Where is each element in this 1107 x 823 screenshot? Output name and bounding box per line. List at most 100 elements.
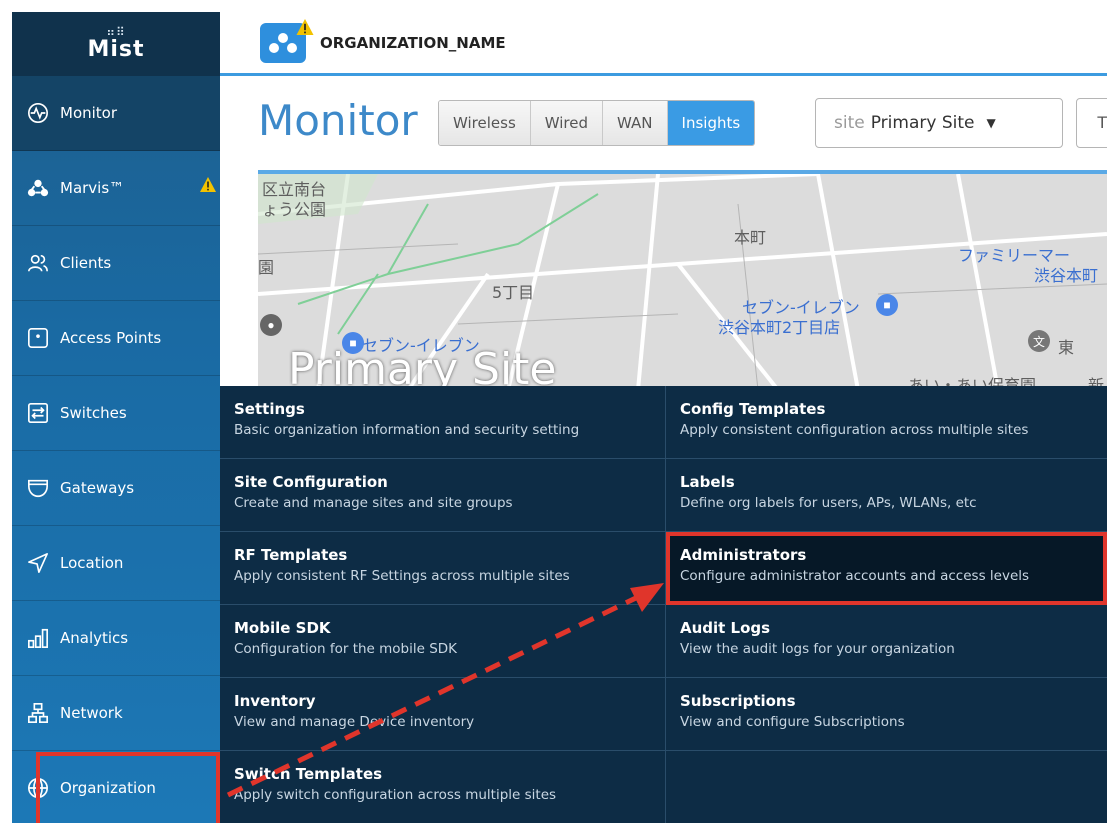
menu-item-description: Apply consistent configuration across mu… [680,422,1029,438]
menu-item-administrators[interactable]: Administrators Configure administrator a… [666,532,1107,605]
menu-item-title: Subscriptions [680,692,796,710]
menu-item-title: Audit Logs [680,619,771,637]
menu-item-description: View and configure Subscriptions [680,714,905,730]
map-label: あい・あい保育園 [908,376,1037,386]
menu-item-title: Mobile SDK [234,619,331,637]
menu-item-inventory[interactable]: Inventory View and manage Device invento… [220,678,665,751]
sidebar-item-network[interactable]: Network [12,676,220,751]
sidebar-item-label: Access Points [60,329,162,347]
map-label: 東 [1058,338,1075,357]
menu-item-site-configuration[interactable]: Site Configuration Create and manage sit… [220,459,665,532]
sidebar-item-label: Marvis™ [60,179,125,197]
organization-menu-right-column: Config Templates Apply consistent config… [666,386,1107,823]
menu-item-description: Apply consistent RF Settings across mult… [234,568,570,584]
map-label: 園 [258,258,275,277]
tab-wireless[interactable]: Wireless [439,101,531,145]
menu-item-rf-templates[interactable]: RF Templates Apply consistent RF Setting… [220,532,665,605]
sidebar-item-label: Monitor [60,104,118,122]
store-pin-icon[interactable]: ■ [876,294,898,316]
menu-item-description: Apply switch configuration across multip… [234,787,557,803]
map-site-name: Primary Site [288,344,557,386]
sidebar-item-gateways[interactable]: Gateways [12,451,220,526]
tab-wired[interactable]: Wired [530,101,604,145]
time-select[interactable]: T [1076,98,1107,148]
caret-down-icon: ▼ [986,116,996,130]
organization-menu-left-column: Settings Basic organization information … [220,386,666,823]
top-bar: ORGANIZATION_NAME [220,12,1107,76]
menu-item-title: RF Templates [234,546,348,564]
menu-item-title: Inventory [234,692,316,710]
gateway-icon [26,476,50,500]
sidebar-item-clients[interactable]: Clients [12,226,220,301]
menu-item-title: Settings [234,400,305,418]
site-select[interactable]: site Primary Site ▼ [815,98,1063,148]
menu-item-description: Define org labels for users, APs, WLANs,… [680,495,977,511]
sidebar-item-location[interactable]: Location [12,526,220,601]
clients-icon [26,251,50,275]
menu-item-description: Basic organization information and secur… [234,422,580,438]
menu-item-mobile-sdk[interactable]: Mobile SDK Configuration for the mobile … [220,605,665,678]
tab-insights[interactable]: Insights [667,101,755,145]
menu-item-title: Switch Templates [234,765,383,783]
menu-item-description: Configuration for the mobile SDK [234,641,458,657]
switch-icon [26,401,50,425]
menu-item-config-templates[interactable]: Config Templates Apply consistent config… [666,386,1107,459]
menu-item-labels[interactable]: Labels Define org labels for users, APs,… [666,459,1107,532]
access-point-icon [26,326,50,350]
school-pin-icon[interactable]: 文 [1028,330,1050,352]
sidebar-item-label: Switches [60,404,127,422]
sidebar-item-label: Clients [60,254,112,272]
menu-item-subscriptions[interactable]: Subscriptions View and configure Subscri… [666,678,1107,751]
site-select-label: site [834,113,865,133]
menu-item-title: Site Configuration [234,473,388,491]
sidebar-item-label: Location [60,554,124,572]
menu-item-description: View and manage Device inventory [234,714,475,730]
menu-item-audit-logs[interactable]: Audit Logs View the audit logs for your … [666,605,1107,678]
map-label: ょう公園 [262,200,327,219]
logo-text: Mist [87,36,145,62]
warning-icon [296,18,314,40]
sidebar-item-monitor[interactable]: Monitor [12,76,220,151]
menu-item-title: Labels [680,473,735,491]
org-logo[interactable] [260,18,314,63]
map-label: 5丁目 [492,283,535,302]
site-map[interactable]: 区立南台 ょう公園 本町 5丁目 ファミリーマー 渋谷本町 セブン-イレブン 渋… [258,170,1107,386]
sidebar-item-switches[interactable]: Switches [12,376,220,451]
sidebar-item-organization[interactable]: Organization [12,751,220,823]
location-icon [26,551,50,575]
menu-item-title: Config Templates [680,400,826,418]
sidebar: ⠶⠿ Mist Monitor Marvis™ Clients Access P… [12,12,220,823]
map-label: 渋谷本町2丁目店 [718,318,841,337]
menu-item-description: Configure administrator accounts and acc… [680,568,1030,584]
organization-menu: Settings Basic organization information … [220,386,1107,823]
org-name[interactable]: ORGANIZATION_NAME [320,34,506,52]
page-title: Monitor [258,96,418,145]
site-select-value: Primary Site [870,113,975,133]
map-label: 渋谷本町 [1034,266,1099,285]
sidebar-item-label: Network [60,704,123,722]
monitor-icon [26,101,50,125]
sidebar-item-label: Gateways [60,479,135,497]
menu-item-settings[interactable]: Settings Basic organization information … [220,386,665,459]
time-select-value: T [1097,113,1107,132]
sidebar-item-label: Analytics [60,629,129,647]
tab-wan[interactable]: WAN [603,101,668,145]
sidebar-item-analytics[interactable]: Analytics [12,601,220,676]
menu-item-switch-templates[interactable]: Switch Templates Apply switch configurat… [220,751,665,823]
mist-logo[interactable]: ⠶⠿ Mist [12,12,220,76]
warning-icon [200,177,216,196]
marvis-icon [26,176,50,200]
sidebar-item-marvis[interactable]: Marvis™ [12,151,220,226]
marvis-icon [269,32,297,53]
analytics-icon [26,626,50,650]
menu-item-description: Create and manage sites and site groups [234,495,513,511]
monitor-tabs: Wireless Wired WAN Insights [438,100,756,146]
menu-item-title: Administrators [680,546,807,564]
network-icon [26,701,50,725]
logo-dots-icon: ⠶⠿ [106,24,126,39]
map-pin-icon[interactable]: ● [260,314,282,336]
map-label: 新 [1088,376,1105,386]
sidebar-item-access-points[interactable]: Access Points [12,301,220,376]
map-label: 本町 [734,228,767,247]
globe-icon [26,776,50,800]
